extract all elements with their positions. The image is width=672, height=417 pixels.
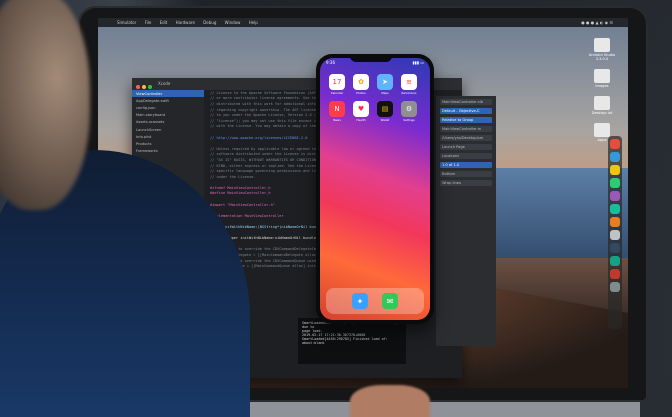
photos-icon: ✿: [353, 74, 369, 90]
inspector-field[interactable]: 1.0 of 1.0: [440, 162, 492, 168]
iphone-notch: [350, 54, 392, 62]
app-label: Calendar: [330, 91, 344, 95]
iphone-home-screen[interactable]: 9:36 ▮▮▮ ▭ 17 Calendar ✿ Photos ➤ Maps ≡ Remind…: [320, 58, 430, 320]
dock-app-icon[interactable]: [610, 178, 620, 188]
inspector-field[interactable]: Wrap lines: [440, 180, 492, 186]
person-hand: [350, 385, 430, 417]
dock-app-icon[interactable]: [610, 139, 620, 149]
menu-file[interactable]: File: [145, 20, 152, 25]
messages-icon[interactable]: ✉: [382, 293, 398, 309]
iphone-simulator[interactable]: 9:36 ▮▮▮ ▭ 17 Calendar ✿ Photos ➤ Maps ≡ Remind…: [316, 54, 434, 324]
app-label: Reminders: [401, 91, 417, 95]
inspector-field[interactable]: Bottom: [440, 171, 492, 177]
dock-app-icon[interactable]: [610, 243, 620, 253]
navigator-item[interactable]: Assets.xcassets: [132, 119, 204, 126]
app-label: Wallet: [380, 118, 390, 122]
navigator-item[interactable]: config.json: [132, 104, 204, 111]
dock-app-icon[interactable]: [610, 217, 620, 227]
app-calendar[interactable]: 17 Calendar: [328, 74, 346, 95]
menu-edit[interactable]: Edit: [160, 20, 168, 25]
health-icon: ♥: [353, 101, 369, 117]
photo-scene: Simulator File Edit Hardware Debug Windo…: [0, 0, 672, 417]
dock-app-icon[interactable]: [610, 256, 620, 266]
inspector-field[interactable]: MainViewController.m: [440, 126, 492, 132]
maps-icon: ➤: [377, 74, 393, 90]
app-reminders[interactable]: ≡ Reminders: [400, 74, 418, 95]
console-line: about:blank: [302, 341, 325, 345]
inspector-field[interactable]: MainViewController.xib: [440, 99, 492, 105]
person-head: [0, 0, 90, 210]
macos-dock: [608, 136, 622, 329]
dock-app-icon[interactable]: [610, 230, 620, 240]
xcode-title: Xcode: [158, 81, 171, 86]
desktop-icon[interactable]: Desktop lot: [582, 96, 622, 115]
desktop-icon[interactable]: Images: [582, 69, 622, 88]
wallet-icon: ▤: [377, 101, 393, 117]
trash-icon[interactable]: [610, 282, 620, 292]
safari-icon[interactable]: ✦: [352, 293, 368, 309]
dock-app-icon[interactable]: [610, 191, 620, 201]
mac-menubar: Simulator File Edit Hardware Debug Windo…: [98, 18, 628, 27]
navigator-item[interactable]: Products: [132, 140, 204, 147]
close-icon[interactable]: [136, 85, 140, 89]
navigator-item[interactable]: ViewController: [132, 90, 204, 98]
battery-icon: ▮▮▮ ▭: [412, 60, 424, 65]
app-news[interactable]: N News: [328, 101, 346, 122]
iphone-dock: ✦ ✉: [326, 288, 424, 314]
inspector-field[interactable]: Localized: [440, 153, 492, 159]
desktop-icon[interactable]: Android Studio 3.3.0.0: [582, 38, 622, 61]
inspector-field[interactable]: /Users/yas/Desktop/sm: [440, 135, 492, 141]
dock-app-icon[interactable]: [610, 152, 620, 162]
app-wallet[interactable]: ▤ Wallet: [376, 101, 394, 122]
desktop-icons: Android Studio 3.3.0.0 Images Desktop lo…: [582, 38, 622, 150]
app-label: Health: [356, 118, 366, 122]
navigator-item[interactable]: Info.plist: [132, 133, 204, 140]
app-label: Photos: [356, 91, 366, 95]
debug-console: SmartLoadedUnitTest (4857) iPhone XR - 1…: [298, 318, 406, 364]
status-icons: ● ● ● ▲ ◐ ◉ ☰: [581, 20, 613, 25]
inspector-field[interactable]: Launch Page: [440, 144, 492, 150]
app-settings[interactable]: ⚙ Settings: [400, 101, 418, 122]
navigator-item[interactable]: LaunchScreen: [132, 126, 204, 133]
navigator-item[interactable]: Main.storyboard: [132, 112, 204, 119]
app-label: Settings: [403, 118, 415, 122]
inspector-field[interactable]: Default - Objective-C: [440, 108, 492, 114]
folder-icon: [594, 96, 610, 110]
app-label: News: [333, 118, 341, 122]
app-photos[interactable]: ✿ Photos: [352, 74, 370, 95]
menu-simulator[interactable]: Simulator: [117, 20, 136, 25]
folder-icon: [594, 69, 610, 83]
file-inspector: MainViewController.xib Default - Objecti…: [436, 96, 496, 346]
navigator-item[interactable]: Frameworks: [132, 148, 204, 155]
news-icon: N: [329, 101, 345, 117]
app-maps[interactable]: ➤ Maps: [376, 74, 394, 95]
status-time: 9:36: [326, 60, 335, 65]
inspector-field[interactable]: Relative to Group: [440, 117, 492, 123]
folder-icon: [594, 123, 610, 137]
menu-help[interactable]: Help: [249, 20, 258, 25]
app-health[interactable]: ♥ Health: [352, 101, 370, 122]
folder-icon: [594, 38, 610, 52]
dock-app-icon[interactable]: [610, 165, 620, 175]
zoom-icon[interactable]: [148, 85, 152, 89]
dock-app-icon[interactable]: [610, 204, 620, 214]
reminders-icon: ≡: [401, 74, 417, 90]
dock-app-icon[interactable]: [610, 269, 620, 279]
settings-icon: ⚙: [401, 101, 417, 117]
navigator-item[interactable]: AppDelegate.swift: [132, 97, 204, 104]
menu-window[interactable]: Window: [225, 20, 241, 25]
app-label: Maps: [381, 91, 389, 95]
minimize-icon[interactable]: [142, 85, 146, 89]
calendar-icon: 17: [329, 74, 345, 90]
menu-hardware[interactable]: Hardware: [176, 20, 195, 25]
app-grid: 17 Calendar ✿ Photos ➤ Maps ≡ Reminders N News ♥ He…: [328, 74, 422, 122]
menu-debug[interactable]: Debug: [203, 20, 216, 25]
